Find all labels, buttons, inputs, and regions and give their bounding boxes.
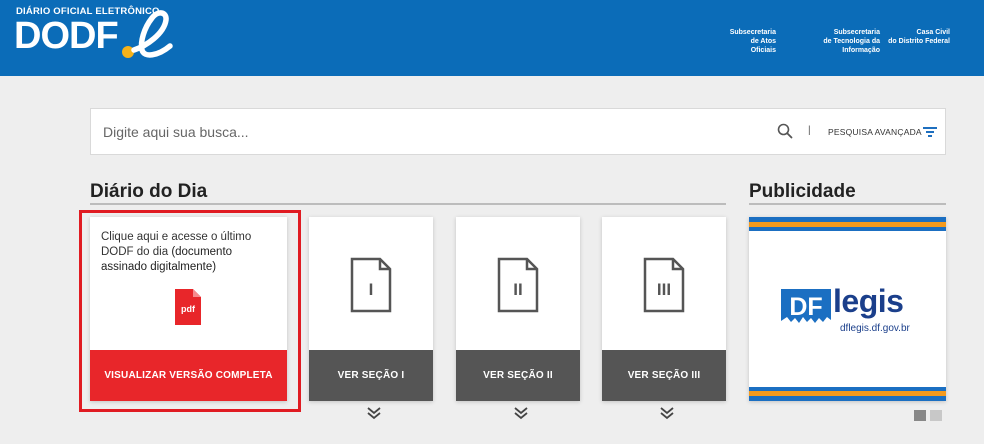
- section-numeral: II: [513, 280, 522, 299]
- view-section-1-button[interactable]: VER SEÇÃO I: [309, 350, 433, 401]
- ad-stripe-bottom-blue-2: [749, 396, 946, 401]
- chevron-down-icon[interactable]: [659, 406, 675, 420]
- filter-icon[interactable]: [923, 126, 937, 138]
- advanced-search-link[interactable]: PESQUISA AVANÇADA: [828, 127, 922, 137]
- link-atos-oficiais[interactable]: Subsecretaria de Atos Oficiais: [728, 28, 776, 55]
- search-icon[interactable]: [777, 123, 793, 139]
- document-icon: III: [643, 257, 685, 313]
- document-icon: II: [497, 257, 539, 313]
- logo-e-mark: [131, 10, 173, 58]
- highlight-box: [79, 210, 301, 412]
- ad-brand-df: DF: [789, 293, 822, 321]
- publicidade-underline: [749, 203, 946, 205]
- view-section-2-button[interactable]: VER SEÇÃO II: [456, 350, 580, 401]
- dflegis-ad-banner[interactable]: DF legis dflegis.df.gov.br: [749, 217, 946, 401]
- document-icon: I: [350, 257, 392, 313]
- carousel-dot[interactable]: [930, 410, 942, 421]
- section-card-2[interactable]: II VER SEÇÃO II: [456, 217, 580, 401]
- chevron-down-icon[interactable]: [366, 406, 382, 420]
- section-numeral: III: [657, 280, 671, 299]
- section-card-3[interactable]: III VER SEÇÃO III: [602, 217, 726, 401]
- diario-underline: [90, 203, 726, 205]
- search-input[interactable]: [91, 109, 751, 154]
- search-bar: | PESQUISA AVANÇADA: [90, 108, 946, 155]
- view-section-3-button[interactable]: VER SEÇÃO III: [602, 350, 726, 401]
- ad-stripe-top-blue-2: [749, 227, 946, 231]
- diario-title: Diário do Dia: [90, 181, 208, 202]
- chevron-down-icon[interactable]: [513, 406, 529, 420]
- carousel-dot-active[interactable]: [914, 410, 926, 421]
- link-casa-civil[interactable]: Casa Civil do Distrito Federal: [886, 28, 950, 46]
- logo-text[interactable]: DODF: [14, 16, 119, 56]
- ad-url: dflegis.df.gov.br: [840, 323, 910, 334]
- section-numeral: I: [369, 280, 374, 299]
- ad-brand-legis: legis: [833, 283, 904, 319]
- df-logo-mark: DF: [781, 289, 831, 323]
- site-header: DIÁRIO OFICIAL ELETRÔNICO DODF Subsecret…: [0, 0, 984, 76]
- search-separator: |: [808, 125, 811, 136]
- publicidade-title: Publicidade: [749, 181, 856, 202]
- section-card-1[interactable]: I VER SEÇÃO I: [309, 217, 433, 401]
- link-tecnologia-informacao[interactable]: Subsecretaria de Tecnologia da Informaçã…: [784, 28, 880, 55]
